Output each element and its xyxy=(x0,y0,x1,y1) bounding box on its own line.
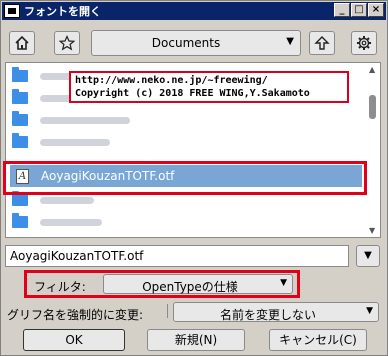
star-icon xyxy=(59,35,75,51)
parent-directory-button[interactable] xyxy=(309,31,335,55)
list-item[interactable] xyxy=(6,109,366,131)
cancel-button[interactable]: キャンセル(C) xyxy=(269,329,367,351)
folder-icon xyxy=(12,133,28,148)
chevron-down-icon: ▼ xyxy=(280,278,287,288)
copyright-annotation: http://www.neko.ne.jp/~freewing/ Copyrig… xyxy=(69,71,349,103)
highlight-selected-file xyxy=(3,161,367,195)
folder-icon xyxy=(12,89,28,104)
scroll-down-icon[interactable]: ▼ xyxy=(369,226,375,235)
filter-dropdown[interactable]: OpenTypeの仕様 ▼ xyxy=(103,274,293,294)
filename-history-button[interactable]: ▼ xyxy=(356,245,380,267)
title-bar: フォントを開く _ □ × xyxy=(2,2,386,20)
blurred-folder-name xyxy=(40,138,110,146)
window-title: フォントを開く xyxy=(24,5,101,18)
filter-label: フィルタ: xyxy=(34,280,86,294)
close-button[interactable]: × xyxy=(368,3,384,17)
annotation-copyright: Copyright (c) 2018 FREE WING,Y.Sakamoto xyxy=(75,88,310,99)
settings-button[interactable] xyxy=(351,31,377,55)
blurred-folder-name xyxy=(40,218,102,226)
favorites-button[interactable] xyxy=(54,31,80,55)
open-font-dialog: フォントを開く _ □ × Documents ▼ A AoyagiKouzan… xyxy=(0,0,388,356)
glyph-rename-label: グリフ名を強制的に変更: xyxy=(7,308,144,322)
scroll-up-icon[interactable]: ▲ xyxy=(369,65,375,74)
blurred-folder-name xyxy=(40,116,130,124)
new-button[interactable]: 新規(N) xyxy=(147,329,245,351)
list-item[interactable] xyxy=(6,211,366,233)
scroll-thumb[interactable] xyxy=(369,95,376,119)
chevron-down-icon: ▼ xyxy=(364,250,372,261)
up-arrow-icon xyxy=(314,36,330,50)
glyph-rename-value: 名前を変更しない xyxy=(219,308,316,322)
minimize-button[interactable]: _ xyxy=(334,3,350,17)
glyph-rename-dropdown[interactable]: 名前を変更しない ▼ xyxy=(173,302,379,322)
directory-label: Documents xyxy=(151,36,221,50)
annotation-url: http://www.neko.ne.jp/~freewing/ xyxy=(75,75,268,86)
folder-icon xyxy=(12,213,28,228)
app-icon xyxy=(4,4,20,18)
filename-input[interactable]: AoyagiKouzanTOTF.otf xyxy=(5,245,349,267)
maximize-button[interactable]: □ xyxy=(351,3,367,17)
blurred-folder-name xyxy=(40,196,94,204)
ok-button[interactable]: OK xyxy=(23,329,125,351)
filter-value: OpenTypeの仕様 xyxy=(142,280,238,294)
vertical-scrollbar[interactable]: ▲ ▼ xyxy=(367,63,379,237)
home-button[interactable] xyxy=(9,31,35,55)
home-icon xyxy=(15,35,29,50)
divider xyxy=(167,304,168,318)
chevron-down-icon: ▼ xyxy=(286,36,294,47)
folder-icon xyxy=(12,111,28,126)
chevron-down-icon: ▼ xyxy=(366,306,373,316)
folder-icon xyxy=(12,67,28,82)
directory-dropdown[interactable]: Documents ▼ xyxy=(91,30,301,56)
gear-icon xyxy=(357,36,371,50)
list-item[interactable] xyxy=(6,131,366,153)
folder-icon xyxy=(12,191,28,206)
